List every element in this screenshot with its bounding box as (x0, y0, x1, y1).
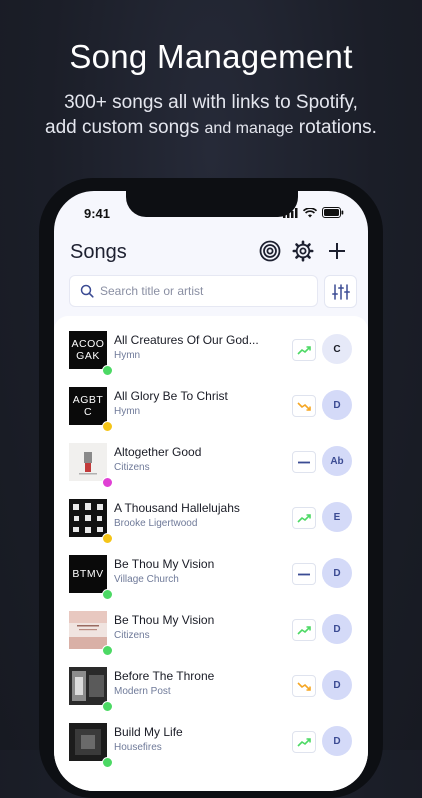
key-badge[interactable]: D (322, 670, 352, 700)
key-badge[interactable]: Ab (322, 446, 352, 476)
status-dot (102, 365, 113, 376)
album-art-image (69, 499, 107, 537)
trend-up-button[interactable] (292, 507, 316, 529)
status-dot (102, 589, 113, 600)
trend-up-icon (297, 737, 311, 747)
phone-frame: 9:41 Songs Search title or artist ACOO G… (39, 178, 383, 798)
song-list[interactable]: ACOO GAK All Creatures Of Our God... Hym… (54, 316, 368, 791)
song-row[interactable]: AGBT C All Glory Be To Christ Hymn D (54, 383, 368, 439)
album-art-image (69, 611, 107, 649)
song-artist: Village Church (114, 574, 179, 585)
status-dot (102, 645, 113, 656)
album-art (69, 611, 107, 649)
trend-flat-button[interactable] (292, 563, 316, 585)
song-artist: Modern Post (114, 686, 171, 697)
album-art (69, 667, 107, 705)
search-icon (80, 284, 94, 298)
phone-notch (126, 191, 298, 217)
song-row[interactable]: BTMV Be Thou My Vision Village Church D (54, 551, 368, 607)
song-artist: Citizens (114, 630, 150, 641)
album-art: AGBT C (69, 387, 107, 425)
song-row[interactable]: Build My Life Housefires D (54, 719, 368, 775)
trend-up-button[interactable] (292, 619, 316, 641)
song-artist: Hymn (114, 350, 141, 361)
album-art (69, 499, 107, 537)
key-badge[interactable]: D (322, 558, 352, 588)
trend-flat-icon (298, 461, 310, 463)
trend-up-icon (297, 513, 311, 523)
album-art-text: ACOO GAK (71, 338, 105, 362)
album-art-image (69, 443, 107, 481)
promo-line-2c: rotations. (298, 117, 377, 138)
add-song-button[interactable] (324, 238, 350, 264)
status-dot (102, 421, 113, 432)
song-title: All Glory Be To Christ (114, 389, 228, 403)
promo-line-2a: add custom songs (45, 117, 200, 138)
key-badge[interactable]: D (322, 614, 352, 644)
song-title: Altogether Good (114, 445, 202, 459)
trend-up-icon (297, 345, 311, 355)
promo-line-1: 300+ songs all with links to Spotify, (64, 92, 358, 113)
song-title: Build My Life (114, 725, 183, 739)
signal-icon (283, 207, 298, 218)
album-art-text: AGBT C (72, 394, 104, 418)
album-art (69, 723, 107, 761)
song-artist: Housefires (114, 742, 162, 753)
plus-icon (329, 243, 345, 259)
song-title: Be Thou My Vision (114, 557, 215, 571)
trend-up-button[interactable] (292, 339, 316, 361)
trend-down-icon (297, 401, 311, 411)
status-dot (102, 701, 113, 712)
key-badge[interactable]: C (322, 334, 352, 364)
page-title: Songs (70, 241, 127, 263)
song-title: Be Thou My Vision (114, 613, 215, 627)
song-artist: Brooke Ligertwood (114, 518, 198, 529)
trend-down-button[interactable] (292, 675, 316, 697)
song-artist: Citizens (114, 462, 150, 473)
trend-down-icon (297, 681, 311, 691)
song-row[interactable]: A Thousand Hallelujahs Brooke Ligertwood… (54, 495, 368, 551)
song-title: Before The Throne (114, 669, 215, 683)
song-artist: Hymn (114, 406, 141, 417)
sliders-icon (331, 283, 350, 300)
promo-line-2: add custom songs and manage rotations. (0, 115, 422, 141)
song-title: A Thousand Hallelujahs (114, 501, 240, 515)
key-badge[interactable]: D (322, 390, 352, 420)
status-dot (102, 477, 113, 488)
search-bar[interactable] (69, 275, 318, 307)
trend-flat-icon (298, 573, 310, 575)
album-art (69, 443, 107, 481)
song-row[interactable]: Altogether Good Citizens Ab (54, 439, 368, 495)
key-badge[interactable]: E (322, 502, 352, 532)
filter-button[interactable] (324, 275, 357, 308)
rotation-target-icon[interactable] (257, 238, 283, 264)
promo-headline: Song Management (69, 38, 353, 75)
album-art-image (69, 723, 107, 761)
song-row[interactable]: ACOO GAK All Creatures Of Our God... Hym… (54, 327, 368, 383)
status-icons (283, 207, 344, 218)
gear-icon[interactable] (290, 238, 316, 264)
wifi-icon (303, 207, 317, 217)
battery-icon (322, 207, 344, 218)
trend-flat-button[interactable] (292, 451, 316, 473)
key-badge[interactable]: D (322, 726, 352, 756)
status-time: 9:41 (84, 206, 111, 221)
trend-up-icon (297, 625, 311, 635)
album-art: ACOO GAK (69, 331, 107, 369)
song-row[interactable]: Before The Throne Modern Post D (54, 663, 368, 719)
album-art: BTMV (69, 555, 107, 593)
song-row[interactable]: Be Thou My Vision Citizens D (54, 607, 368, 663)
status-dot (102, 533, 113, 544)
album-art-text: BTMV (72, 568, 104, 580)
promo-line-2b: and manage (204, 120, 294, 137)
song-title: All Creatures Of Our God... (114, 333, 259, 347)
phone-screen: 9:41 Songs Search title or artist ACOO G… (54, 191, 368, 791)
promo-subline: 300+ songs all with links to Spotify, ad… (0, 90, 422, 141)
status-dot (102, 757, 113, 768)
album-art-image (69, 667, 107, 705)
search-input[interactable] (100, 284, 310, 298)
trend-down-button[interactable] (292, 395, 316, 417)
